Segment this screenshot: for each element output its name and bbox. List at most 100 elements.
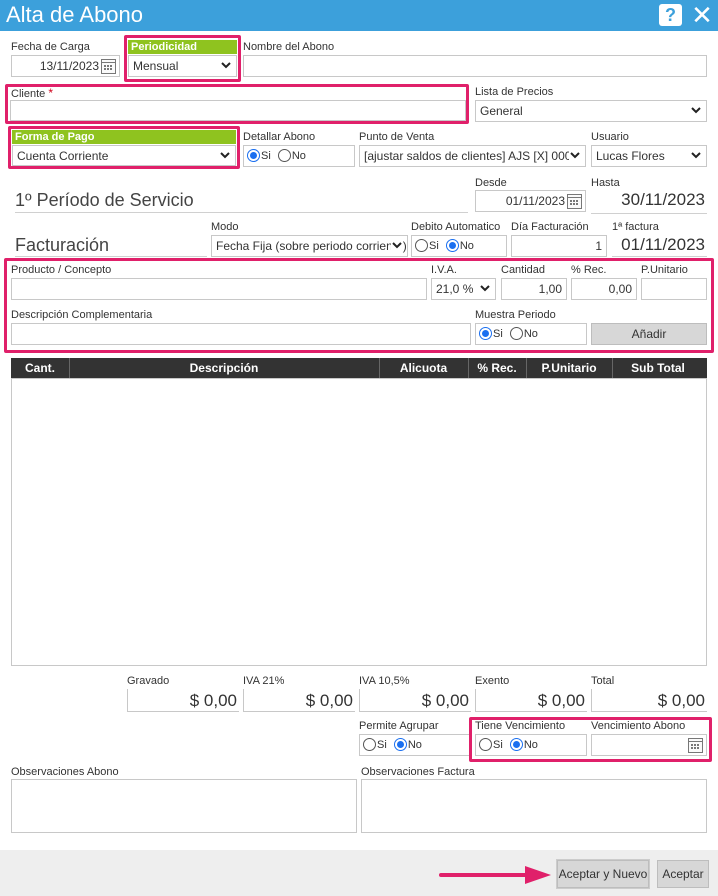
items-table-body[interactable] bbox=[11, 378, 707, 666]
iva-select[interactable]: 21,0 % bbox=[431, 278, 496, 300]
total-value: $ 0,00 bbox=[591, 689, 707, 712]
primera-factura-value: 01/11/2023 bbox=[612, 235, 707, 257]
modo-value: Fecha Fija (sobre periodo corriente) bbox=[216, 239, 407, 253]
dia-facturacion-label: Día Facturación bbox=[511, 221, 589, 233]
desde-value: 01/11/2023 bbox=[505, 194, 565, 208]
vencimiento-si-radio[interactable] bbox=[479, 738, 492, 751]
desde-label: Desde bbox=[475, 177, 507, 189]
cliente-input[interactable] bbox=[10, 100, 466, 121]
punto-venta-select[interactable]: [ajustar saldos de clientes] AJS [X] 000 bbox=[359, 145, 586, 167]
vencimiento-no-radio[interactable] bbox=[509, 738, 523, 751]
exento-label: Exento bbox=[475, 675, 510, 687]
required-mark: * bbox=[48, 86, 53, 100]
lista-precios-value: General bbox=[480, 104, 523, 118]
nombre-abono-label: Nombre del Abono bbox=[243, 41, 335, 53]
agrupar-si-radio[interactable] bbox=[363, 738, 376, 751]
hasta-label: Hasta bbox=[591, 177, 620, 189]
observaciones-abono-textarea[interactable] bbox=[11, 779, 357, 833]
items-table-header: Cant. Descripción Alicuota % Rec. P.Unit… bbox=[11, 358, 707, 378]
iva105-value: $ 0,00 bbox=[359, 689, 471, 712]
detallar-abono-label: Detallar Abono bbox=[243, 131, 316, 143]
producto-concepto-label: Producto / Concepto bbox=[11, 264, 112, 276]
debito-label: Debito Automatico bbox=[411, 221, 501, 233]
chevron-down-icon bbox=[690, 104, 702, 116]
iva-value: 21,0 % bbox=[436, 282, 474, 296]
desde-input[interactable]: 01/11/2023 bbox=[475, 190, 586, 212]
calendar-icon[interactable] bbox=[688, 738, 703, 753]
tiene-vencimiento-radios: Si No bbox=[475, 734, 587, 756]
lista-precios-label: Lista de Precios bbox=[475, 86, 554, 98]
tiene-vencimiento-label: Tiene Vencimiento bbox=[475, 720, 566, 732]
arrow-pointer-icon bbox=[439, 866, 551, 884]
hasta-value: 30/11/2023 bbox=[591, 190, 707, 214]
gravado-label: Gravado bbox=[127, 675, 170, 687]
col-alicuota[interactable]: Alicuota bbox=[379, 358, 469, 378]
observaciones-factura-textarea[interactable] bbox=[361, 779, 707, 833]
col-subtotal[interactable]: Sub Total bbox=[612, 358, 704, 378]
observaciones-abono-label: Observaciones Abono bbox=[11, 766, 119, 778]
modo-select[interactable]: Fecha Fija (sobre periodo corriente) bbox=[211, 235, 408, 257]
punto-venta-value: [ajustar saldos de clientes] AJS [X] 000 bbox=[364, 149, 572, 163]
muestra-periodo-label: Muestra Periodo bbox=[475, 309, 556, 321]
window-title: Alta de Abono bbox=[6, 2, 144, 27]
close-button[interactable]: ✕ bbox=[690, 1, 714, 29]
observaciones-factura-label: Observaciones Factura bbox=[361, 766, 475, 778]
forma-pago-select[interactable]: Cuenta Corriente bbox=[12, 145, 236, 166]
col-rec[interactable]: % Rec. bbox=[468, 358, 527, 378]
usuario-select[interactable]: Lucas Flores bbox=[591, 145, 707, 167]
dia-facturacion-input[interactable]: 1 bbox=[511, 235, 607, 257]
fecha-carga-label: Fecha de Carga bbox=[11, 41, 90, 53]
accept-and-new-button[interactable]: Aceptar y Nuevo bbox=[557, 860, 649, 888]
usuario-label: Usuario bbox=[591, 131, 629, 143]
col-unitario[interactable]: P.Unitario bbox=[526, 358, 613, 378]
usuario-value: Lucas Flores bbox=[596, 149, 665, 163]
exento-value: $ 0,00 bbox=[475, 689, 587, 712]
chevron-down-icon bbox=[219, 149, 231, 161]
periodicidad-select[interactable]: Mensual bbox=[128, 55, 237, 77]
fecha-carga-value: 13/11/2023 bbox=[39, 59, 99, 73]
iva21-label: IVA 21% bbox=[243, 675, 285, 687]
detallar-si-radio[interactable] bbox=[247, 149, 260, 162]
iva-label: I.V.A. bbox=[431, 264, 457, 276]
chevron-down-icon bbox=[220, 59, 232, 71]
vencimiento-abono-label: Vencimiento Abono bbox=[591, 720, 686, 732]
add-item-button[interactable]: Añadir bbox=[591, 323, 707, 345]
col-descripcion[interactable]: Descripción bbox=[69, 358, 380, 378]
periodicidad-value: Mensual bbox=[133, 59, 179, 73]
cantidad-label: Cantidad bbox=[501, 264, 546, 276]
periodo-title: 1º Período de Servicio bbox=[15, 190, 468, 213]
col-cant[interactable]: Cant. bbox=[11, 358, 70, 378]
forma-pago-label: Forma de Pago bbox=[12, 130, 236, 144]
primera-factura-label: 1ª factura bbox=[612, 221, 659, 233]
help-icon: ? bbox=[665, 5, 676, 25]
calendar-icon[interactable] bbox=[101, 59, 116, 74]
muestra-si-radio[interactable] bbox=[479, 327, 492, 340]
accept-button[interactable]: Aceptar bbox=[657, 860, 709, 888]
permite-agrupar-label: Permite Agrupar bbox=[359, 720, 439, 732]
cantidad-input[interactable]: 1,00 bbox=[501, 278, 567, 300]
facturacion-title: Facturación bbox=[15, 235, 207, 257]
agrupar-no-radio[interactable] bbox=[393, 738, 407, 751]
forma-pago-value: Cuenta Corriente bbox=[17, 149, 109, 163]
help-button[interactable]: ? bbox=[659, 4, 682, 26]
close-icon: ✕ bbox=[691, 0, 713, 30]
calendar-icon[interactable] bbox=[567, 194, 582, 209]
lista-precios-select[interactable]: General bbox=[475, 100, 707, 122]
permite-agrupar-radios: Si No bbox=[359, 734, 471, 756]
nombre-abono-input[interactable] bbox=[243, 55, 707, 77]
fecha-carga-input[interactable]: 13/11/2023 bbox=[11, 55, 120, 77]
rec-input[interactable]: 0,00 bbox=[571, 278, 637, 300]
muestra-no-radio[interactable] bbox=[509, 327, 523, 340]
unitario-input[interactable] bbox=[641, 278, 707, 300]
chevron-down-icon bbox=[690, 149, 702, 161]
detallar-abono-radios: Si No bbox=[243, 145, 355, 167]
rec-label: % Rec. bbox=[571, 264, 607, 276]
iva105-label: IVA 10,5% bbox=[359, 675, 410, 687]
desc-complementaria-input[interactable] bbox=[11, 323, 471, 345]
debito-no-radio[interactable] bbox=[445, 239, 459, 252]
detallar-no-radio[interactable] bbox=[277, 149, 291, 162]
vencimiento-abono-input[interactable] bbox=[591, 734, 707, 756]
producto-concepto-input[interactable] bbox=[11, 278, 427, 300]
debito-si-radio[interactable] bbox=[415, 239, 428, 252]
chevron-down-icon bbox=[569, 149, 581, 161]
